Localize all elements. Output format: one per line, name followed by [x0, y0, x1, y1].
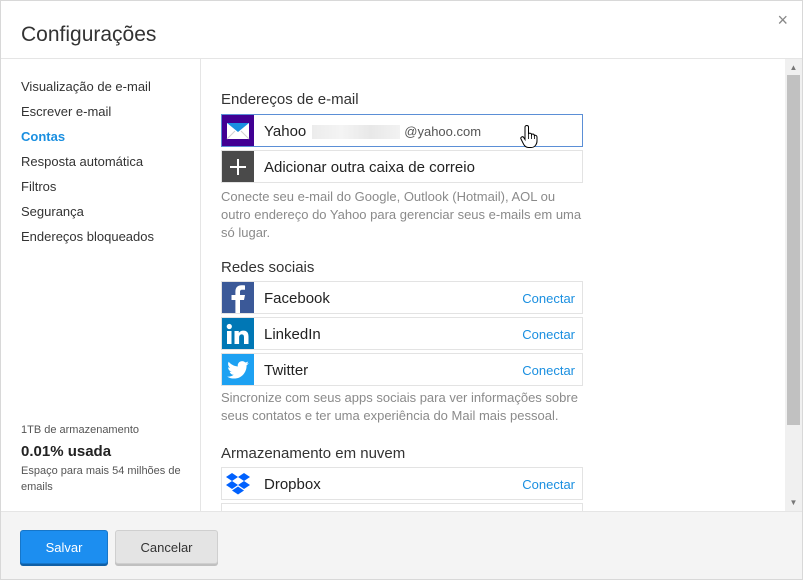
dropbox-icon [222, 468, 254, 499]
twitter-label: Twitter [264, 362, 309, 379]
storage-remaining: Espaço para mais 54 milhões de emails [21, 465, 181, 493]
dialog-title: Configurações [21, 23, 157, 46]
facebook-row: Facebook Conectar [221, 281, 583, 314]
settings-sidebar: Visualização de e-mail Escrever e-mail C… [1, 59, 201, 511]
twitter-connect-link[interactable]: Conectar [522, 363, 575, 378]
settings-content: Endereços de e-mail Yahoo @yahoo.com Adic… [202, 59, 785, 511]
sidebar-item-blocked-addresses[interactable]: Endereços bloqueados [1, 229, 200, 254]
facebook-icon [222, 282, 254, 313]
linkedin-icon [222, 318, 254, 349]
dialog-header: Configurações × [1, 1, 802, 59]
yahoo-domain: @yahoo.com [404, 124, 482, 139]
cloud-section-title: Armazenamento em nuvem [221, 445, 406, 462]
storage-used: 0.01% usada [21, 443, 112, 460]
cancel-button[interactable]: Cancelar [115, 530, 218, 564]
scroll-up-icon[interactable]: ▲ [785, 59, 802, 76]
add-mailbox-label: Adicionar outra caixa de correio [264, 159, 475, 176]
hand-cursor-icon [520, 125, 538, 148]
social-helper-text: Sincronize com seus apps sociais para ve… [221, 390, 578, 423]
linkedin-label: LinkedIn [264, 326, 321, 343]
settings-nav: Visualização de e-mail Escrever e-mail C… [1, 59, 200, 254]
sidebar-item-security[interactable]: Segurança [1, 204, 200, 229]
linkedin-row: LinkedIn Conectar [221, 317, 583, 350]
dropbox-connect-link[interactable]: Conectar [522, 477, 575, 492]
plus-icon [222, 151, 254, 182]
sidebar-item-email-view[interactable]: Visualização de e-mail [1, 79, 200, 104]
scrollbar-thumb[interactable] [787, 75, 800, 425]
dropbox-row: Dropbox Conectar [221, 467, 583, 500]
facebook-label: Facebook [264, 290, 330, 307]
close-icon[interactable]: × [777, 11, 788, 29]
storage-info: 1TB de armazenamento 0.01% usada Espaço … [21, 424, 191, 495]
email-helper-text: Conecte seu e-mail do Google, Outlook (H… [221, 189, 582, 240]
linkedin-connect-link[interactable]: Conectar [522, 327, 575, 342]
sidebar-item-filters[interactable]: Filtros [1, 179, 200, 204]
yahoo-label: Yahoo [264, 123, 307, 140]
redacted-username [312, 125, 401, 140]
content-scrollbar[interactable]: ▲ ▼ [785, 59, 802, 511]
settings-dialog: Configurações × Visualização de e-mail E… [0, 0, 803, 580]
dialog-footer: Salvar Cancelar [1, 511, 802, 579]
sidebar-item-auto-reply[interactable]: Resposta automática [1, 154, 200, 179]
save-button[interactable]: Salvar [20, 530, 108, 564]
storage-capacity: 1TB de armazenamento [21, 424, 140, 436]
twitter-row: Twitter Conectar [221, 353, 583, 386]
yahoo-mail-icon [222, 115, 254, 146]
add-mailbox-row[interactable]: Adicionar outra caixa de correio [221, 150, 583, 183]
facebook-connect-link[interactable]: Conectar [522, 291, 575, 306]
sidebar-item-compose[interactable]: Escrever e-mail [1, 104, 200, 129]
sidebar-item-accounts[interactable]: Contas [1, 129, 200, 154]
social-section-title: Redes sociais [221, 259, 315, 276]
twitter-icon [222, 354, 254, 385]
yahoo-account-label: Yahoo @yahoo.com [264, 123, 481, 140]
scroll-down-icon[interactable]: ▼ [785, 494, 802, 511]
email-section-title: Endereços de e-mail [221, 91, 359, 108]
cloud-next-row-partial [221, 503, 583, 511]
dropbox-label: Dropbox [264, 476, 321, 493]
